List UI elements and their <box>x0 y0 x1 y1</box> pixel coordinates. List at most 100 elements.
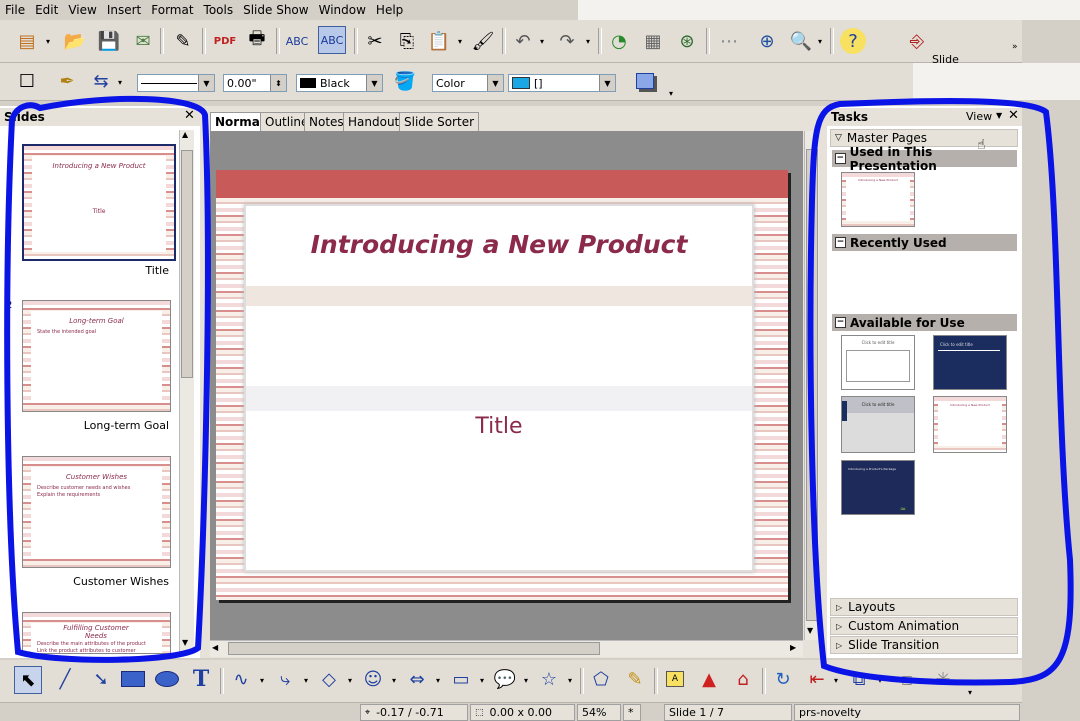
undo-icon[interactable]: ↶ <box>510 28 536 54</box>
view-dropdown-icon[interactable]: ▼ <box>996 111 1002 120</box>
section-used[interactable]: − Used in This Presentation <box>832 145 1017 173</box>
connector-dropdown-icon[interactable]: ▾ <box>304 676 308 685</box>
arrange-dropdown-icon[interactable]: ▾ <box>878 676 882 685</box>
effects-icon[interactable]: ✳ <box>930 666 956 692</box>
master-thumb-blue[interactable]: Click to edit title <box>933 335 1007 390</box>
curve-icon[interactable]: ∿ <box>228 666 254 692</box>
redo-dropdown-icon[interactable]: ▾ <box>586 37 590 46</box>
chevron-down-icon[interactable]: ▼ <box>366 75 382 91</box>
slides-scrollbar[interactable]: ▲ ▼ <box>179 130 194 652</box>
line-color-select[interactable]: Black ▼ <box>296 74 383 92</box>
master-thumb-navy[interactable]: Introducing a Product's Package ≈ <box>841 460 915 515</box>
points-icon[interactable]: ⬠ <box>588 666 614 692</box>
toolbar-overflow-icon[interactable]: » <box>1012 42 1018 52</box>
connector-icon[interactable]: ⤷ <box>272 666 298 692</box>
spin-icon[interactable]: ⬍ <box>270 75 286 91</box>
block-arrows-dropdown-icon[interactable]: ▾ <box>436 676 440 685</box>
tab-notes[interactable]: Notes <box>304 112 349 131</box>
copy-icon[interactable]: ⎘ <box>394 28 420 54</box>
menu-insert[interactable]: Insert <box>102 3 146 17</box>
navigator-icon[interactable]: ⊛ <box>674 28 700 54</box>
slide-icon[interactable]: ⎆ <box>904 28 930 54</box>
tab-handout[interactable]: Handout <box>343 112 405 131</box>
master-thumb-used[interactable]: Introducing a New Product <box>841 172 915 227</box>
line-width-input[interactable]: 0.00" ⬍ <box>223 74 287 92</box>
custom-animation-header[interactable]: ▷ Custom Animation <box>830 617 1018 635</box>
arrow-line-icon[interactable]: ➘ <box>88 666 114 692</box>
group-icon[interactable]: ⧈ <box>894 666 920 692</box>
chevron-down-icon[interactable]: ▼ <box>198 75 214 91</box>
email-icon[interactable]: ✉ <box>130 28 156 54</box>
menu-edit[interactable]: Edit <box>30 3 63 17</box>
menu-format[interactable]: Format <box>146 3 198 17</box>
arrow-style-icon[interactable]: ⇆ <box>88 68 114 94</box>
alignment-icon[interactable]: ⇤ <box>804 666 830 692</box>
symbol-shapes-icon[interactable]: ☺ <box>360 666 386 692</box>
undo-dropdown-icon[interactable]: ▾ <box>540 37 544 46</box>
tab-slide-sorter[interactable]: Slide Sorter <box>399 112 480 131</box>
close-icon[interactable]: ✕ <box>184 108 195 123</box>
glue-points-icon[interactable]: ✎ <box>622 666 648 692</box>
flowchart-dropdown-icon[interactable]: ▾ <box>480 676 484 685</box>
hyperlink-compass-icon[interactable]: ⊕ <box>754 28 780 54</box>
paste-icon[interactable]: 📋 <box>426 28 452 54</box>
scroll-up-icon[interactable]: ▲ <box>182 130 188 139</box>
print-icon[interactable]: 🖶 <box>244 28 270 54</box>
scroll-down-icon[interactable]: ▼ <box>182 638 188 647</box>
scrollbar-thumb[interactable] <box>181 150 193 378</box>
spellcheck-icon[interactable]: ABC <box>284 28 310 54</box>
ellipse-icon[interactable] <box>154 666 180 692</box>
arrow-style-dropdown-icon[interactable]: ▾ <box>118 78 122 87</box>
scroll-down-icon[interactable]: ▼ <box>807 626 813 635</box>
stars-dropdown-icon[interactable]: ▾ <box>568 676 572 685</box>
menu-view[interactable]: View <box>63 3 101 17</box>
gallery-icon[interactable]: ⌂ <box>730 666 756 692</box>
close-icon[interactable]: ✕ <box>1008 108 1019 123</box>
fontwork-icon[interactable]: A <box>662 666 688 692</box>
callouts-icon[interactable]: 💬 <box>492 666 518 692</box>
rotate-icon[interactable]: ↻ <box>770 666 796 692</box>
slide-thumbnail-2[interactable]: Long-term Goal State the intended goal <box>22 300 171 412</box>
insert-image-icon[interactable]: ▲ <box>696 666 722 692</box>
line-style-select[interactable]: ▼ <box>137 74 215 92</box>
slide-thumbnail-4[interactable]: Fulfilling Customer Needs Describe the m… <box>22 612 171 654</box>
chart-icon[interactable]: ◔ <box>606 28 632 54</box>
layouts-header[interactable]: ▷ Layouts <box>830 598 1018 616</box>
clone-formatting-icon[interactable]: 🖌 <box>470 28 496 54</box>
main-hscrollbar[interactable]: ◀ ▶ <box>210 640 803 657</box>
arrange-icon[interactable]: ⧉ <box>846 666 872 692</box>
stars-icon[interactable]: ☆ <box>536 666 562 692</box>
main-slide[interactable]: Introducing a New Product Title <box>216 170 788 600</box>
section-available[interactable]: − Available for Use <box>832 314 1017 331</box>
open-icon[interactable]: 📂 <box>62 28 88 54</box>
callouts-dropdown-icon[interactable]: ▾ <box>524 676 528 685</box>
rectangle-icon[interactable] <box>120 666 146 692</box>
basic-shapes-icon[interactable]: ◇ <box>316 666 342 692</box>
new-dropdown-icon[interactable]: ▾ <box>46 37 50 46</box>
zoom-icon[interactable]: 🔍 <box>788 28 814 54</box>
slide-subtitle[interactable]: Title <box>246 414 752 439</box>
new-document-icon[interactable]: ▤ <box>14 28 40 54</box>
view-menu-button[interactable]: View <box>966 110 992 123</box>
scroll-left-icon[interactable]: ◀ <box>212 643 218 652</box>
save-icon[interactable]: 💾 <box>96 28 122 54</box>
toolbar-overflow-icon[interactable]: ▾ <box>968 688 972 697</box>
menu-slide-show[interactable]: Slide Show <box>238 3 313 17</box>
line-pen-icon[interactable]: ✒ <box>54 68 80 94</box>
select-arrow-icon[interactable]: ⬉ <box>14 666 42 694</box>
table-icon[interactable]: ▦ <box>640 28 666 54</box>
slide-title[interactable]: Introducing a New Product <box>246 230 752 259</box>
menu-tools[interactable]: Tools <box>199 3 239 17</box>
block-arrows-icon[interactable]: ⇔ <box>404 666 430 692</box>
symbol-shapes-dropdown-icon[interactable]: ▾ <box>392 676 396 685</box>
line-icon[interactable]: ╱ <box>52 666 78 692</box>
scroll-right-icon[interactable]: ▶ <box>790 643 796 652</box>
chevron-down-icon[interactable]: ▼ <box>599 75 615 91</box>
export-pdf-icon[interactable]: PDF <box>212 28 238 54</box>
area-fill-bucket-icon[interactable]: 🪣 <box>392 68 418 94</box>
menu-help[interactable]: Help <box>371 3 408 17</box>
chevron-down-icon[interactable]: ▼ <box>487 75 503 91</box>
help-icon[interactable]: ? <box>840 28 866 54</box>
section-recent[interactable]: − Recently Used <box>832 234 1017 251</box>
master-thumb-gray[interactable]: Click to edit title <box>841 396 915 453</box>
